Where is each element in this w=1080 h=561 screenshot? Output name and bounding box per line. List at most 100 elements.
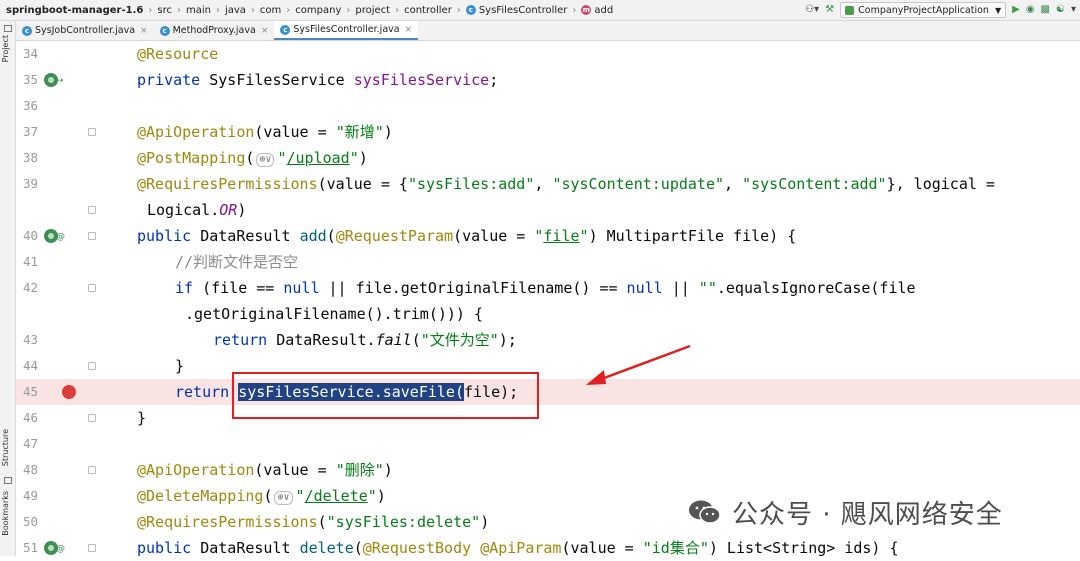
breadcrumb-item[interactable]: springboot-manager-1.6: [6, 5, 143, 16]
code-line[interactable]: 51 @ public DataResult delete(@RequestBody…: [16, 535, 1080, 561]
project-tool-button[interactable]: Project: [1, 35, 10, 62]
breadcrumb-item[interactable]: controller: [404, 5, 452, 16]
breadcrumb-separator-icon: ›: [215, 4, 220, 16]
breakpoint-icon[interactable]: [62, 385, 76, 399]
code-token: "sysContent:update": [552, 175, 725, 193]
fold-marker-icon[interactable]: [88, 362, 96, 370]
code-line[interactable]: 45 return sysFilesService.saveFile(file);: [16, 379, 1080, 405]
line-number: 35: [22, 72, 38, 87]
code-line[interactable]: 39 @RequiresPermissions(value = {"sysFile…: [16, 171, 1080, 197]
editor-tab[interactable]: c SysJobController.java ×: [16, 21, 154, 40]
fold-marker-icon[interactable]: [88, 232, 96, 240]
code-line[interactable]: 37 @ApiOperation(value = "新增"): [16, 119, 1080, 145]
code-text: if (file == null || file.getOriginalFile…: [175, 275, 916, 301]
close-tab-icon[interactable]: ×: [405, 25, 413, 35]
fold-marker-icon[interactable]: [88, 284, 96, 292]
breadcrumb-separator-icon: ›: [346, 4, 351, 16]
code-token: }: [175, 357, 185, 375]
code-token: private: [137, 71, 210, 89]
code-token: ): [480, 513, 490, 531]
structure-window-icon[interactable]: [4, 477, 12, 484]
code-token: @ApiParam: [480, 539, 562, 557]
code-line[interactable]: .getOriginalFilename().trim())) {: [16, 301, 1080, 327]
line-number: 48: [22, 462, 38, 477]
code-line[interactable]: 40 @ public DataResult add(@RequestParam(v…: [16, 223, 1080, 249]
code-text: }: [137, 405, 146, 431]
code-line[interactable]: 43 return DataResult.fail("文件为空");: [16, 327, 1080, 353]
breadcrumb-item[interactable]: java: [225, 5, 246, 16]
code-token: ): [383, 461, 393, 479]
tool-window-strip: Project Structure Bookmarks: [0, 21, 16, 556]
code-line[interactable]: 48 @ApiOperation(value = "删除"): [16, 457, 1080, 483]
mapping-gutter-icon[interactable]: @: [56, 232, 65, 242]
line-number: 44: [22, 358, 38, 373]
code-line[interactable]: Logical.OR): [16, 197, 1080, 223]
close-tab-icon[interactable]: ×: [261, 26, 269, 36]
code-token: /upload: [286, 149, 350, 167]
line-number: 45: [22, 384, 38, 399]
fold-marker-icon[interactable]: [88, 466, 96, 474]
code-line[interactable]: 41 //判断文件是否空: [16, 249, 1080, 275]
close-tab-icon[interactable]: ×: [140, 26, 148, 36]
bookmarks-tool-button[interactable]: Bookmarks: [1, 491, 10, 536]
breadcrumb-item[interactable]: c SysFilesController: [465, 5, 567, 16]
breadcrumb-item[interactable]: src: [157, 5, 172, 16]
breadcrumb-separator-icon: ›: [456, 4, 461, 16]
code-line[interactable]: 42 if (file == null || file.getOriginalFi…: [16, 275, 1080, 301]
more-icon[interactable]: ▾: [1071, 3, 1076, 17]
code-token: DataResult: [200, 227, 300, 245]
line-number: 41: [22, 254, 38, 269]
spring-boot-icon: [845, 5, 855, 15]
breadcrumb-item[interactable]: company: [295, 5, 341, 16]
code-token: .getOriginalFilename().trim())) {: [185, 305, 484, 323]
code-token: sysFilesService: [238, 383, 374, 401]
breadcrumb-item[interactable]: project: [355, 5, 390, 16]
code-token: (value =: [254, 123, 336, 141]
code-text: @DeleteMapping(⊕∨ "/delete"): [137, 483, 386, 509]
code-token: return: [175, 383, 239, 401]
breadcrumb-item[interactable]: m add: [581, 5, 613, 16]
code-token: ): [383, 123, 393, 141]
code-text: @Resource: [137, 41, 218, 67]
code-token: (value =: [453, 227, 535, 245]
code-token: "id集合": [642, 539, 709, 557]
breadcrumb-separator-icon: ›: [286, 4, 291, 16]
breadcrumb-separator-icon: ›: [572, 4, 577, 16]
editor-tab[interactable]: c SysFilesController.java ×: [274, 21, 419, 40]
code-line[interactable]: 38 @PostMapping(⊕∨ "/upload"): [16, 145, 1080, 171]
coverage-icon[interactable]: ▩: [1041, 3, 1050, 17]
structure-tool-button[interactable]: Structure: [1, 429, 10, 466]
build-hammer-icon[interactable]: ⚒: [825, 3, 834, 17]
code-token: DataResult: [200, 539, 300, 557]
breadcrumb-item[interactable]: main: [186, 5, 211, 16]
debug-icon[interactable]: ◉: [1026, 3, 1035, 17]
fold-marker-icon[interactable]: [88, 414, 96, 422]
breadcrumb-item[interactable]: com: [260, 5, 281, 16]
code-token: (: [353, 539, 363, 557]
code-line[interactable]: 46}: [16, 405, 1080, 431]
run-configuration-selector[interactable]: CompanyProjectApplication ▼: [840, 2, 1007, 18]
editor-tab[interactable]: c MethodProxy.java ×: [154, 21, 275, 40]
mapping-gutter-icon[interactable]: @: [56, 544, 65, 554]
code-text: private SysFilesService sysFilesService;: [137, 67, 498, 93]
code-text: @RequiresPermissions(value = {"sysFiles:…: [137, 171, 995, 197]
code-token: ": [367, 487, 377, 505]
project-window-icon[interactable]: [4, 25, 12, 32]
user-icon[interactable]: ⚇▾: [805, 3, 819, 17]
code-line[interactable]: 35 → private SysFilesService sysFilesServi…: [16, 67, 1080, 93]
fold-marker-icon[interactable]: [88, 544, 96, 552]
code-line[interactable]: 44}: [16, 353, 1080, 379]
code-token: (value =: [254, 461, 336, 479]
code-editor[interactable]: 34 @Resource 35 → private SysFilesService sy…: [16, 41, 1080, 557]
run-icon[interactable]: ▶: [1012, 3, 1020, 17]
code-token: }: [137, 409, 147, 427]
code-line[interactable]: 36: [16, 93, 1080, 119]
code-token: sysFilesService: [353, 71, 490, 89]
code-token: (value =: [561, 539, 643, 557]
navigate-arrow-icon[interactable]: →: [56, 76, 64, 86]
code-line[interactable]: 47: [16, 431, 1080, 457]
profile-icon[interactable]: ☯: [1056, 3, 1065, 17]
fold-marker-icon[interactable]: [88, 128, 96, 136]
fold-marker-icon[interactable]: [88, 206, 96, 214]
code-line[interactable]: 34 @Resource: [16, 41, 1080, 67]
